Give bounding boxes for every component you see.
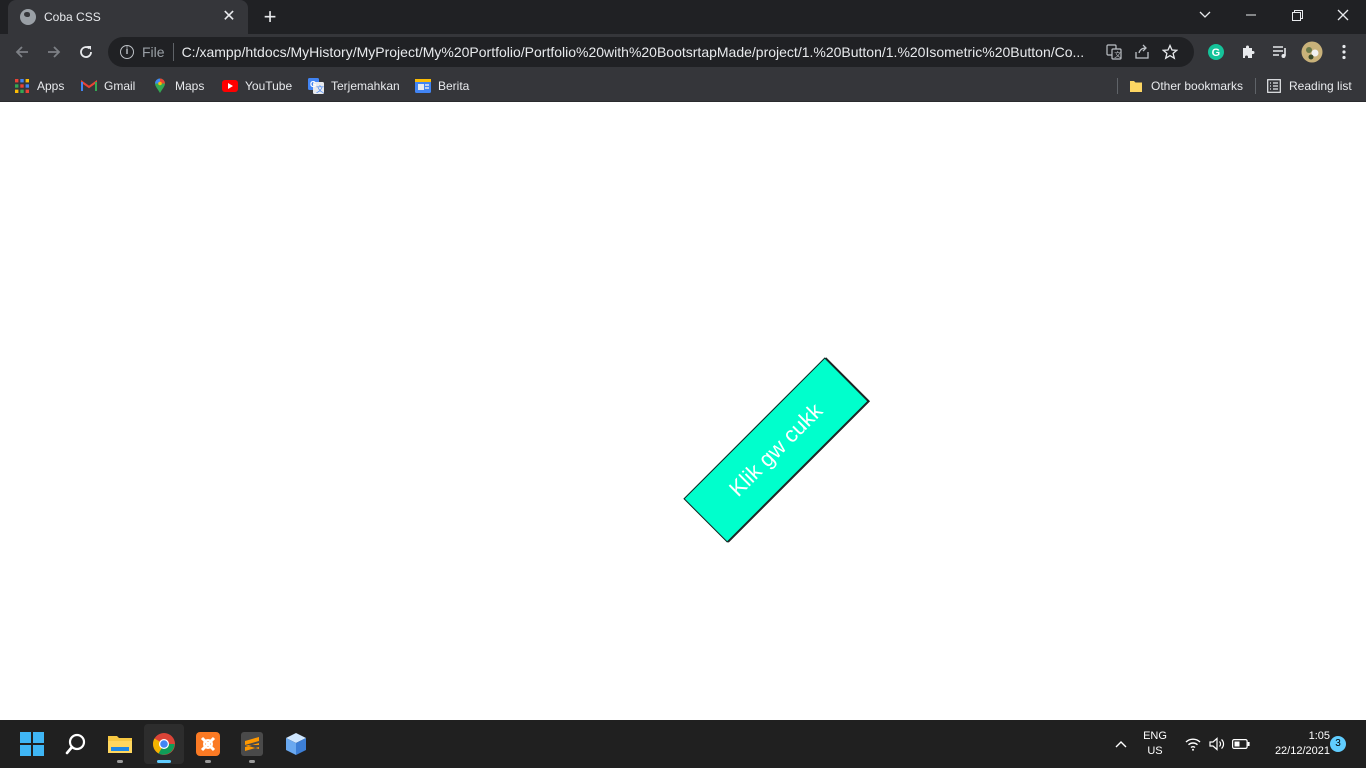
sublime-text-icon	[241, 732, 263, 756]
minimize-button[interactable]	[1228, 0, 1274, 30]
profile-avatar[interactable]	[1299, 39, 1325, 65]
news-icon	[415, 78, 431, 94]
bookmark-label: YouTube	[245, 79, 293, 93]
speaker-icon	[1209, 737, 1225, 751]
media-queue-icon[interactable]	[1267, 39, 1293, 65]
search-icon	[65, 733, 86, 755]
bookmark-youtube[interactable]: YouTube	[222, 76, 292, 96]
forward-button[interactable]	[40, 38, 68, 66]
bookmark-label: Terjemahkan	[331, 79, 400, 93]
translate-page-icon[interactable]: 文	[1100, 38, 1128, 66]
back-button[interactable]	[8, 38, 36, 66]
reload-icon	[80, 46, 92, 58]
taskbar-chrome[interactable]	[144, 724, 184, 764]
chrome-icon	[153, 733, 175, 755]
arrow-left-icon	[15, 46, 28, 58]
bookmark-maps[interactable]: Maps	[152, 76, 204, 96]
reload-button[interactable]	[72, 38, 100, 66]
tab-title: Coba CSS	[44, 10, 101, 24]
taskbar-sublime-text[interactable]	[232, 724, 272, 764]
youtube-icon	[222, 78, 238, 94]
restore-icon	[1291, 9, 1303, 21]
bookmark-label: Gmail	[104, 79, 136, 93]
bookmark-terjemahkan[interactable]: G文 Terjemahkan	[308, 76, 400, 96]
apps-grid-icon	[14, 78, 30, 94]
battery-icon	[1232, 739, 1250, 749]
battery-status[interactable]	[1230, 724, 1252, 764]
windows-taskbar: ENG US 1:05 22/12/2021	[0, 720, 1366, 768]
gmail-icon	[81, 78, 97, 94]
web-page-content	[0, 103, 1366, 720]
running-indicator	[117, 760, 123, 763]
language-code: ENG	[1143, 730, 1167, 742]
folder-icon	[1128, 78, 1144, 94]
taskbar-xampp[interactable]	[188, 724, 228, 764]
grammarly-icon[interactable]: G	[1203, 39, 1229, 65]
address-bar[interactable]: i File C:/xampp/htdocs/MyHistory/MyProje…	[108, 37, 1194, 67]
search-button[interactable]	[56, 724, 96, 764]
other-bookmarks-folder[interactable]: Other bookmarks	[1128, 76, 1243, 96]
chevron-up-icon	[1115, 741, 1127, 748]
other-bookmarks-label: Other bookmarks	[1151, 79, 1244, 93]
reading-list-icon	[1266, 78, 1282, 94]
chevron-down-icon	[1199, 11, 1211, 18]
svg-text:G: G	[1212, 47, 1221, 59]
svg-text:文: 文	[316, 84, 324, 94]
translate-icon: G文	[308, 78, 324, 94]
clock-date: 22/12/2021	[1274, 745, 1330, 757]
address-divider	[172, 43, 174, 61]
scheme-label: File	[142, 44, 165, 60]
taskbar-file-explorer[interactable]	[100, 724, 140, 764]
svg-text:文: 文	[1114, 50, 1121, 59]
windows-logo-icon	[20, 732, 44, 756]
file-explorer-icon	[108, 736, 132, 753]
share-icon[interactable]	[1128, 38, 1156, 66]
tab-search-button[interactable]	[1182, 0, 1228, 30]
chrome-menu-icon[interactable]	[1331, 39, 1357, 65]
bookmark-label: Apps	[37, 79, 65, 93]
browser-titlebar: Coba CSS ✕ +	[0, 0, 1366, 34]
start-button[interactable]	[12, 724, 52, 764]
browser-toolbar: i File C:/xampp/htdocs/MyHistory/MyProje…	[0, 34, 1366, 70]
globe-icon	[20, 9, 36, 25]
running-indicator	[249, 760, 255, 763]
active-indicator	[157, 760, 171, 763]
bookmark-label: Maps	[175, 79, 205, 93]
wifi-status[interactable]	[1182, 724, 1204, 764]
wifi-icon	[1185, 738, 1201, 751]
notification-badge[interactable]: 3	[1330, 736, 1346, 752]
region-code: US	[1147, 745, 1163, 757]
site-info-icon[interactable]: i	[120, 45, 134, 59]
bookmark-star-icon[interactable]	[1156, 38, 1184, 66]
show-hidden-icons-button[interactable]	[1106, 724, 1136, 764]
close-window-button[interactable]	[1320, 0, 1366, 30]
reading-list-button[interactable]: Reading list	[1266, 76, 1352, 96]
cube-icon	[286, 733, 306, 755]
close-icon	[1337, 9, 1349, 21]
close-tab-button[interactable]: ✕	[220, 8, 238, 26]
browser-tab-active[interactable]: Coba CSS ✕	[8, 0, 248, 34]
arrow-right-icon	[48, 46, 61, 58]
url-text[interactable]: C:/xampp/htdocs/MyHistory/MyProject/My%2…	[182, 44, 1100, 60]
volume-status[interactable]	[1206, 724, 1228, 764]
input-language-indicator[interactable]: ENG US	[1138, 729, 1172, 759]
new-tab-button[interactable]: +	[258, 6, 282, 28]
bookmark-label: Berita	[438, 79, 470, 93]
bookmark-apps[interactable]: Apps	[14, 76, 64, 96]
bookmark-divider	[1255, 78, 1256, 94]
bookmark-gmail[interactable]: Gmail	[81, 76, 135, 96]
reading-list-label: Reading list	[1289, 79, 1352, 93]
clock[interactable]: 1:05 22/12/2021	[1258, 729, 1330, 759]
clock-time: 1:05	[1308, 730, 1330, 742]
restore-button[interactable]	[1274, 0, 1320, 30]
bookmark-divider	[1117, 78, 1118, 94]
extensions-puzzle-icon[interactable]	[1235, 39, 1261, 65]
bookmark-berita[interactable]: Berita	[415, 76, 469, 96]
xampp-icon	[196, 732, 220, 756]
bookmarks-bar: Apps Gmail Maps YouTube G文 Terjemahkan B…	[0, 70, 1366, 102]
running-indicator	[205, 760, 211, 763]
maps-pin-icon	[152, 78, 168, 94]
taskbar-3d-app[interactable]	[276, 724, 316, 764]
minimize-icon	[1246, 14, 1256, 16]
